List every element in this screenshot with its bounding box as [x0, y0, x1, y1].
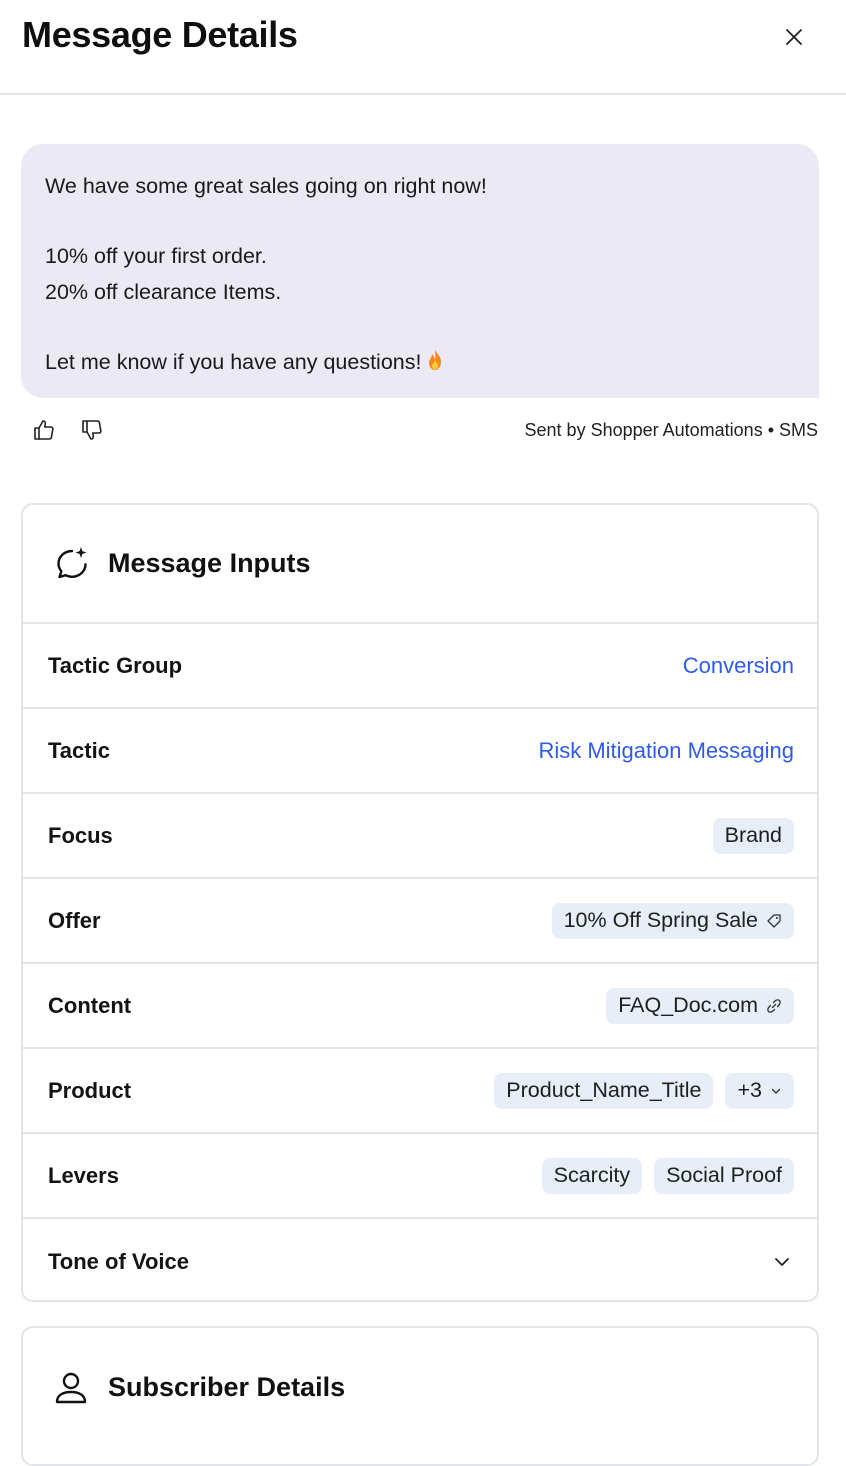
chip-text: Scarcity — [553, 1163, 631, 1187]
lever-chip[interactable]: Social Proof — [654, 1157, 794, 1194]
page-title: Message Details — [22, 14, 298, 55]
message-bubble: We have some great sales going on right … — [21, 144, 819, 398]
levers-row: Levers Scarcity Social Proof — [23, 1134, 817, 1219]
row-label: Product — [48, 1077, 132, 1103]
row-label: Content — [48, 992, 132, 1018]
chevron-down-icon — [771, 1088, 781, 1094]
lever-chip[interactable]: Scarcity — [541, 1157, 643, 1194]
chat-sparkle-icon — [52, 545, 90, 583]
row-label: Tactic — [48, 737, 110, 763]
tactic-row: Tactic Risk Mitigation Messaging — [23, 709, 817, 794]
row-label: Tactic Group — [48, 652, 183, 678]
thumbs-down-icon[interactable] — [80, 418, 104, 442]
chip-text: Brand — [724, 823, 782, 847]
product-row: Product Product_Name_Title +3 — [23, 1049, 817, 1134]
chip-text: FAQ_Doc.com — [618, 993, 758, 1017]
feedback-controls — [32, 418, 104, 442]
row-label: Levers — [48, 1162, 119, 1188]
close-icon — [786, 29, 802, 45]
tactic-link[interactable]: Risk Mitigation Messaging — [538, 738, 794, 764]
sent-by-label: Sent by Shopper Automations • SMS — [524, 420, 818, 440]
product-chip[interactable]: Product_Name_Title — [494, 1072, 714, 1109]
tactic-group-row: Tactic Group Conversion — [23, 624, 817, 709]
offer-chip[interactable]: 10% Off Spring Sale — [551, 902, 794, 939]
chip-text: Product_Name_Title — [506, 1078, 702, 1102]
panel-header: Message Details — [0, 0, 846, 95]
chip-text: +3 — [737, 1078, 762, 1102]
message-line: 20% off clearance Items. — [45, 280, 282, 304]
close-button[interactable] — [776, 22, 812, 52]
row-label: Focus — [48, 822, 113, 848]
row-label: Offer — [48, 907, 101, 933]
fire-icon — [425, 346, 445, 382]
link-icon — [767, 998, 781, 1013]
message-line: Let me know if you have any questions! — [45, 344, 795, 382]
subscriber-details-header: Subscriber Details — [23, 1328, 817, 1447]
message-line-text: Let me know if you have any questions! — [45, 350, 422, 374]
card-title: Subscriber Details — [108, 1372, 346, 1402]
row-label: Tone of Voice — [48, 1248, 189, 1274]
offer-row: Offer 10% Off Spring Sale — [23, 879, 817, 964]
user-icon — [52, 1369, 90, 1407]
message-line: We have some great sales going on right … — [45, 174, 487, 198]
subscriber-details-card: Subscriber Details — [21, 1326, 819, 1466]
tone-of-voice-row[interactable]: Tone of Voice — [23, 1219, 817, 1304]
chip-text: 10% Off Spring Sale — [563, 908, 758, 932]
product-more-chip[interactable]: +3 — [725, 1072, 794, 1109]
focus-chip[interactable]: Brand — [712, 817, 794, 854]
chip-text: Social Proof — [666, 1163, 782, 1187]
focus-row: Focus Brand — [23, 794, 817, 879]
card-title: Message Inputs — [108, 548, 311, 578]
message-line: 10% off your first order. — [45, 244, 267, 268]
thumbs-up-icon[interactable] — [32, 418, 56, 442]
chevron-down-icon[interactable] — [770, 1250, 794, 1274]
message-inputs-header: Message Inputs — [23, 505, 817, 624]
tag-icon — [767, 913, 781, 928]
content-chip[interactable]: FAQ_Doc.com — [606, 987, 794, 1024]
message-inputs-card: Message Inputs Tactic Group Conversion T… — [21, 503, 819, 1302]
content-row: Content FAQ_Doc.com — [23, 964, 817, 1049]
tactic-group-link[interactable]: Conversion — [683, 653, 794, 679]
